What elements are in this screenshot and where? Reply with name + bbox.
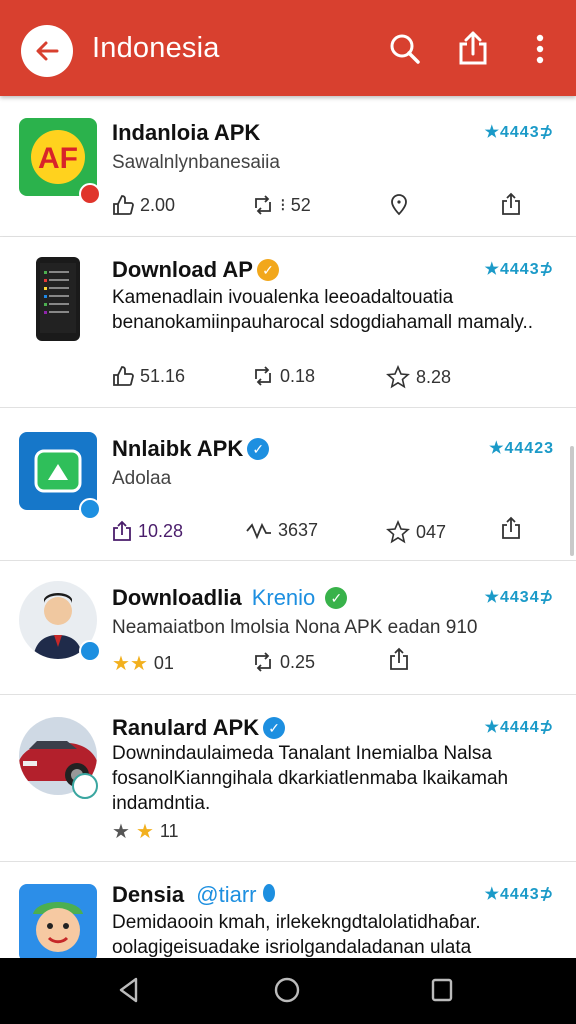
like-count: 51.16 <box>140 365 186 386</box>
app-description: Demidaooin kmah, irlekekngdtalolatidhaɓa… <box>112 912 481 958</box>
app-name: Downloadlia Krenio ✓ <box>112 585 348 611</box>
like-button[interactable]: 51.16 <box>112 365 185 387</box>
share-up-icon <box>113 520 131 541</box>
repost-count: 0.25 <box>280 651 316 672</box>
repost-icon <box>255 652 271 672</box>
star-filled-icon: ★ <box>135 821 154 843</box>
phone-screen-icon <box>40 263 76 333</box>
favorite-button[interactable]: 8.28 <box>386 365 451 389</box>
search-icon[interactable] <box>388 32 422 66</box>
svg-text:AF: AF <box>38 142 78 175</box>
app-bar: Indonesia <box>0 0 576 96</box>
share-icon[interactable] <box>456 30 490 66</box>
page-title: Indonesia <box>92 32 220 64</box>
app-handle: @tiarr <box>196 882 257 907</box>
repost-button[interactable]: 0.18 <box>252 365 315 387</box>
status-badge <box>79 640 101 662</box>
star-outline-icon <box>386 365 410 389</box>
favorite-button[interactable]: 047 <box>386 520 446 544</box>
share-icon[interactable] <box>500 192 522 216</box>
status-badge <box>79 498 101 520</box>
system-nav-bar <box>0 958 576 1024</box>
activity-icon <box>246 522 271 539</box>
globe-badge-icon <box>72 773 98 799</box>
rating-count: 11 <box>159 821 179 841</box>
verified-icon <box>262 884 275 902</box>
status-badge <box>79 183 101 205</box>
app-thumbnail <box>19 884 97 958</box>
nav-back-icon[interactable] <box>116 976 142 1004</box>
list-item[interactable]: Nnlaibk APK ✓ ★44423 Adolaa 10.28 3637 04… <box>0 408 576 561</box>
thumbs-up-icon <box>113 195 134 215</box>
arrow-left-icon <box>36 41 59 61</box>
share-icon[interactable] <box>388 647 410 671</box>
app-name: Download AP ✓ <box>112 257 279 283</box>
back-button[interactable] <box>21 25 73 77</box>
like-count: 2.00 <box>140 194 176 215</box>
verified-icon: ✓ <box>247 438 270 460</box>
app-description: Kamenadlain ivoualenka leeoadaltouatia b… <box>112 287 534 333</box>
app-tagline: Adolaa <box>112 468 172 489</box>
app-tagline: Neamaiatbon lmolsia Nona APK eadan 910 <box>112 617 478 638</box>
verified-icon: ✓ <box>263 717 286 739</box>
repost-icon <box>255 366 271 386</box>
rating-stars: ★ ★ 11 <box>112 819 179 844</box>
star-filled-icon: ★ <box>112 821 130 843</box>
star-outline-icon <box>386 520 410 544</box>
app-rating: ★4434⊅ <box>484 589 554 606</box>
star-filled-icon: ★ <box>129 653 148 675</box>
like-button[interactable]: 2.00 <box>112 194 175 216</box>
app-tagline: Sawalnlynbanesaiia <box>112 152 280 173</box>
repost-count: 0.18 <box>280 365 316 386</box>
list-item[interactable]: Downloadlia Krenio ✓ ★4434⊅ Neamaiatbon … <box>0 561 576 695</box>
app-rating: ★4444⊅ <box>484 719 554 736</box>
app-list[interactable]: AF Indanloia APK Sawalnlynbanesaiia ★444… <box>0 96 576 958</box>
app-name: Densia @tiarr <box>112 882 275 908</box>
favorite-count: 8.28 <box>416 366 452 387</box>
app-thumbnail <box>36 257 80 341</box>
activity-count: 3637 <box>278 520 319 540</box>
app-description: Downindaulaimeda Tanalant Inemialba Nals… <box>112 743 509 814</box>
nav-recents-icon[interactable] <box>430 976 454 1004</box>
repost-count: ⁝ 52 <box>280 194 311 215</box>
app-rating: ★4443⊅ <box>484 124 554 141</box>
pin-icon <box>391 194 407 216</box>
app-name: Ranulard APK ✓ <box>112 715 286 741</box>
app-rating: ★4443⊅ <box>484 261 554 278</box>
list-item[interactable]: Download AP ✓ ★4443⊅ Kamenadlain ivoualen… <box>0 237 576 408</box>
app-rating: ★44423 <box>489 440 554 457</box>
like-button[interactable]: 10.28 <box>112 520 183 542</box>
app-handle: Krenio <box>251 585 316 610</box>
repost-button[interactable]: 0.25 <box>252 651 315 673</box>
more-vert-icon[interactable] <box>534 32 546 66</box>
star-filled-icon: ★ <box>112 653 130 675</box>
list-item[interactable]: Densia @tiarr ★4443⊅ Demidaooin kmah, ir… <box>0 862 576 958</box>
list-item[interactable]: AF Indanloia APK Sawalnlynbanesaiia ★444… <box>0 96 576 237</box>
app-name: Nnlaibk APK ✓ <box>112 436 270 462</box>
repost-icon <box>255 195 271 215</box>
rating-count: 01 <box>153 653 174 673</box>
repost-button[interactable]: ⁝ 52 <box>252 194 311 216</box>
like-count: 10.28 <box>138 520 184 541</box>
scrollbar[interactable] <box>570 446 574 556</box>
verified-icon: ✓ <box>325 587 348 609</box>
app-name: Indanloia APK <box>112 120 261 145</box>
app-rating: ★4443⊅ <box>484 886 554 903</box>
verified-icon: ✓ <box>256 259 279 281</box>
thumbs-up-icon <box>113 366 134 386</box>
location-button[interactable] <box>388 194 410 216</box>
rating-stars: ★ ★ 01 <box>112 651 174 676</box>
share-icon[interactable] <box>500 516 522 540</box>
list-item[interactable]: Ranulard APK ✓ ★4444⊅ Downindaulaimeda Ta… <box>0 695 576 862</box>
cartoon-face-icon <box>33 902 83 952</box>
activity-button[interactable]: 3637 <box>246 520 318 541</box>
favorite-count: 047 <box>416 521 447 542</box>
nav-home-icon[interactable] <box>273 976 301 1004</box>
